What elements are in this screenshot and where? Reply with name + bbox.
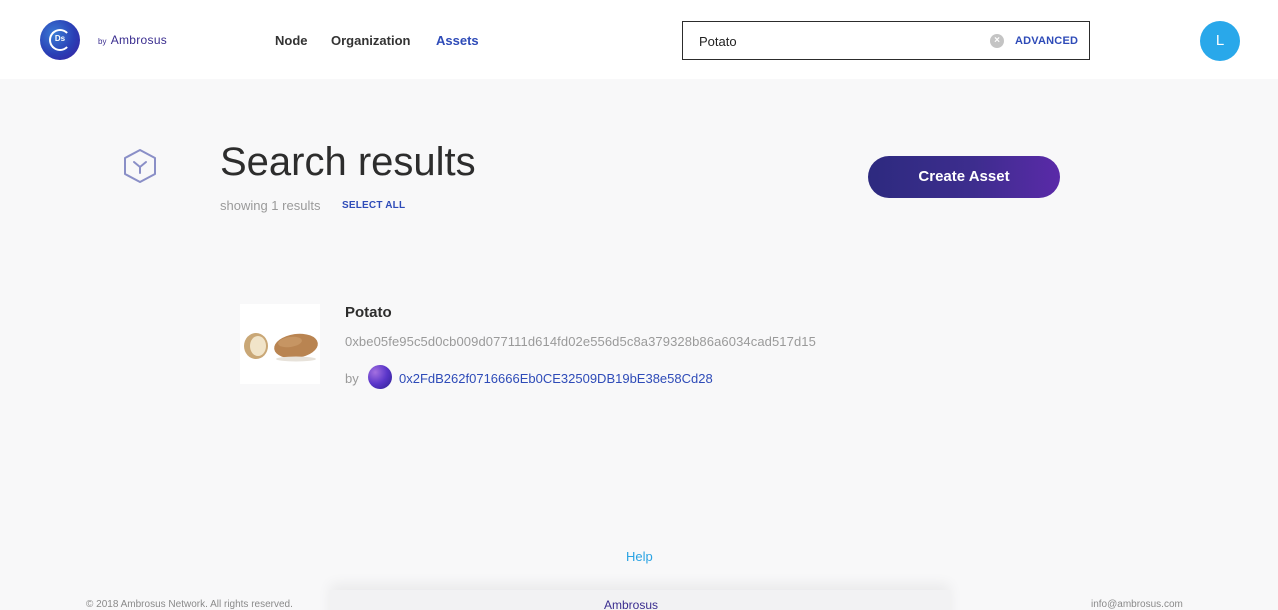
asset-hash: 0xbe05fe95c5d0cb009d077111d614fd02e556d5… xyxy=(345,334,816,349)
ambrosus-brand: Ambrosus xyxy=(110,33,168,47)
logo-mark: Ds xyxy=(54,34,66,43)
copyright-text: © 2018 Ambrosus Network. All rights rese… xyxy=(86,599,293,610)
create-asset-button[interactable]: Create Asset xyxy=(868,156,1060,198)
asset-name[interactable]: Potato xyxy=(345,304,392,321)
nav-node[interactable]: Node xyxy=(275,33,308,48)
cube-icon xyxy=(124,149,156,183)
asset-thumbnail[interactable] xyxy=(240,304,320,384)
nav-organization[interactable]: Organization xyxy=(331,33,410,48)
by-ambrosus-label: by Ambrosus xyxy=(98,33,167,47)
owner-by-label: by xyxy=(345,371,359,386)
select-all-link[interactable]: SELECT ALL xyxy=(342,200,405,211)
search-input-value[interactable]: Potato xyxy=(699,34,737,49)
page-title: Search results xyxy=(220,140,476,184)
nav-assets[interactable]: Assets xyxy=(436,33,479,48)
help-link[interactable]: Help xyxy=(626,549,653,564)
contact-email-link[interactable]: info@ambrosus.com xyxy=(1091,599,1183,610)
by-text: by xyxy=(98,37,107,46)
search-input[interactable]: Potato × ADVANCED xyxy=(682,21,1090,60)
clear-icon[interactable]: × xyxy=(990,34,1004,48)
owner-address-link[interactable]: 0x2FdB262f0716666Eb0CE32509DB19bE38e58Cd… xyxy=(399,371,713,386)
owner-avatar xyxy=(368,365,392,389)
footer-ambrosus-logo: Ambrosus xyxy=(604,598,659,610)
advanced-search-link[interactable]: ADVANCED xyxy=(1015,35,1078,47)
user-avatar[interactable]: L xyxy=(1200,21,1240,61)
top-header: Ds by Ambrosus Node Organization Assets … xyxy=(0,0,1278,79)
results-count: showing 1 results xyxy=(220,198,321,213)
dashboard-logo[interactable]: Ds xyxy=(40,20,80,60)
